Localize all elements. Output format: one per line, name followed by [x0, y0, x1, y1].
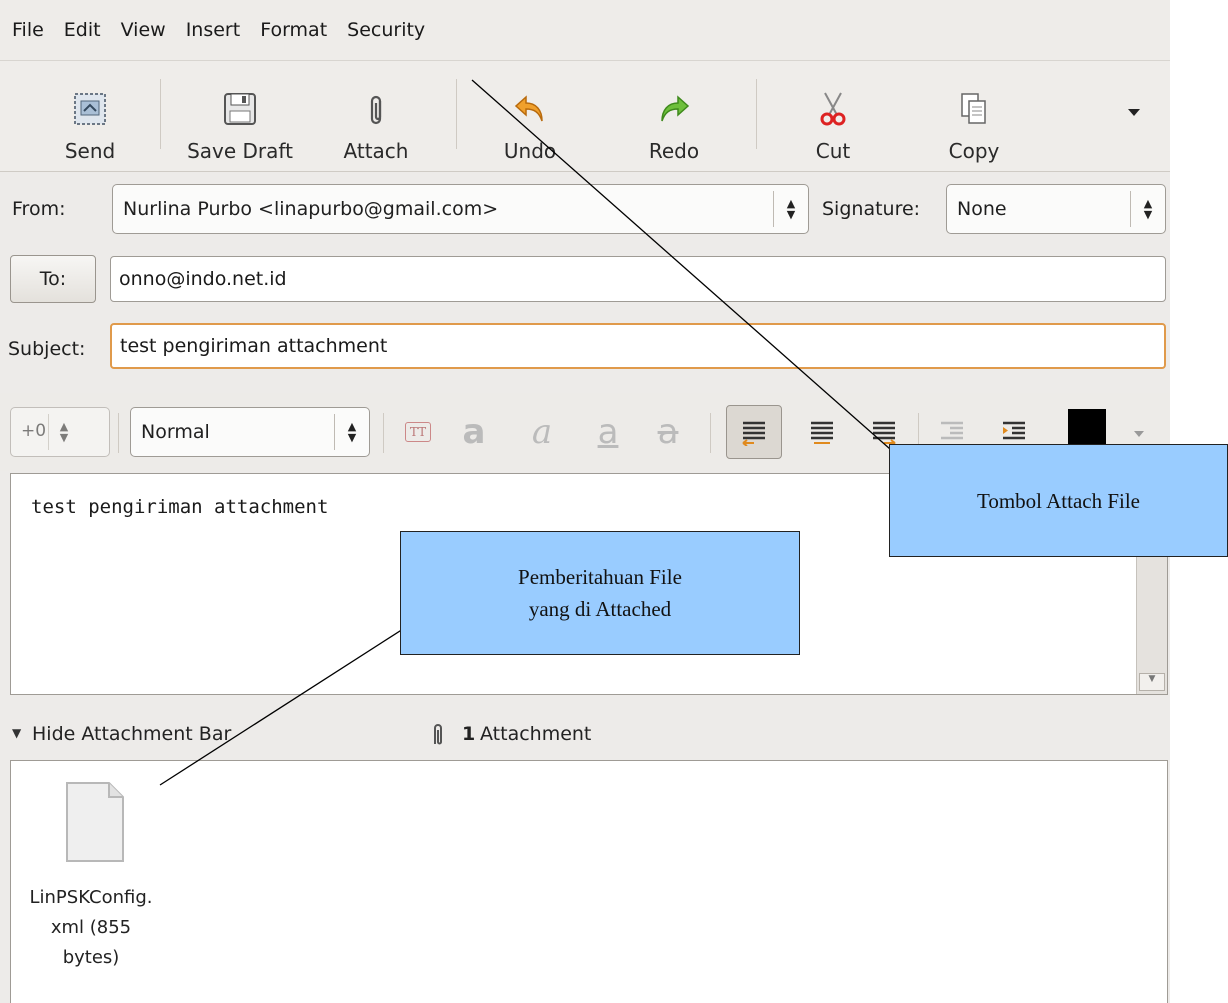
scroll-down-icon[interactable]: ▼ — [1139, 673, 1165, 691]
menu-view[interactable]: View — [111, 19, 176, 41]
subject-field[interactable]: test pengiriman attachment — [110, 323, 1166, 369]
menu-format[interactable]: Format — [250, 19, 337, 41]
toolbar-separator — [456, 79, 457, 149]
scissors-icon — [815, 91, 851, 127]
menu-insert[interactable]: Insert — [176, 19, 251, 41]
format-separator — [118, 413, 119, 453]
select-arrows-icon: ▲ ▼ — [1130, 191, 1165, 227]
attachment-list: LinPSKConfig. xml (855 bytes) — [10, 760, 1168, 1003]
collapse-triangle-icon[interactable]: ▼ — [12, 726, 21, 740]
send-label: Send — [64, 139, 116, 163]
save-draft-button[interactable]: Save Draft — [176, 69, 304, 163]
to-value: onno@indo.net.id — [119, 268, 287, 290]
select-arrows-icon: ▲ ▼ — [48, 414, 79, 450]
toolbar-separator — [756, 79, 757, 149]
align-left-icon — [742, 421, 765, 446]
select-arrows-icon: ▲ ▼ — [773, 191, 808, 227]
attachment-filename: LinPSKConfig. xml (855 bytes) — [29, 887, 153, 968]
format-separator — [710, 413, 711, 453]
send-icon — [72, 91, 108, 127]
cut-button[interactable]: Cut — [788, 69, 878, 163]
menu-security[interactable]: Security — [337, 19, 435, 41]
subject-label: Subject: — [8, 338, 86, 360]
menu-file[interactable]: File — [0, 19, 54, 41]
toolbar-overflow-icon[interactable] — [1128, 109, 1140, 116]
undo-button[interactable]: Undo — [480, 69, 580, 163]
font-size-select[interactable]: +0 ▲ ▼ — [10, 407, 110, 457]
signature-value: None — [957, 198, 1007, 220]
signature-label: Signature: — [822, 198, 921, 220]
file-icon — [65, 781, 125, 867]
cut-label: Cut — [815, 139, 851, 163]
copy-button[interactable]: Copy — [926, 69, 1022, 163]
save-draft-label: Save Draft — [187, 139, 293, 163]
redo-button[interactable]: Redo — [626, 69, 722, 163]
hide-attachment-bar-toggle[interactable]: Hide Attachment Bar — [32, 723, 231, 745]
attached-notice-callout: Pemberitahuan File yang di Attached — [400, 531, 800, 655]
toolbar-separator — [160, 79, 161, 149]
font-size-value: +0 — [21, 421, 47, 441]
format-overflow-icon[interactable] — [1134, 431, 1144, 437]
paperclip-icon — [428, 722, 448, 752]
format-separator — [383, 413, 384, 453]
bold-icon[interactable]: a — [452, 410, 496, 454]
align-center-icon[interactable] — [800, 410, 844, 454]
signature-select[interactable]: None ▲ ▼ — [946, 184, 1166, 234]
send-button[interactable]: Send — [40, 69, 140, 163]
copy-icon — [956, 91, 992, 127]
attachment-count-label: Attachment — [480, 723, 592, 745]
main-toolbar: Send Save Draft Attach Undo Redo Cut Cop… — [0, 61, 1170, 172]
message-body-text: test pengiriman attachment — [31, 496, 329, 518]
to-field[interactable]: onno@indo.net.id — [110, 256, 1166, 302]
menu-edit[interactable]: Edit — [54, 19, 111, 41]
paperclip-icon — [358, 91, 394, 127]
menu-bar: File Edit View Insert Format Security — [0, 0, 1170, 61]
attach-label: Attach — [343, 139, 409, 163]
copy-label: Copy — [948, 139, 1000, 163]
paragraph-style-value: Normal — [141, 421, 210, 443]
redo-arrow-icon — [656, 91, 692, 127]
to-button[interactable]: To: — [10, 255, 96, 303]
floppy-icon — [222, 91, 258, 127]
italic-icon[interactable]: a — [520, 410, 564, 454]
attach-file-callout: Tombol Attach File — [889, 444, 1228, 557]
align-left-button[interactable] — [726, 405, 782, 459]
paragraph-style-select[interactable]: Normal ▲ ▼ — [130, 407, 370, 457]
to-label: To: — [39, 268, 67, 290]
attachment-bar: ▼ Hide Attachment Bar 1 Attachment — [0, 710, 1170, 760]
strikethrough-icon[interactable]: a — [646, 410, 690, 454]
subject-value: test pengiriman attachment — [120, 335, 388, 357]
attach-button[interactable]: Attach — [330, 69, 422, 163]
underline-icon[interactable]: a — [586, 410, 630, 454]
from-select[interactable]: Nurlina Purbo <linapurbo@gmail.com> ▲ ▼ — [112, 184, 809, 234]
attachment-count: 1 — [462, 723, 476, 745]
undo-arrow-icon — [512, 91, 548, 127]
redo-label: Redo — [648, 139, 700, 163]
attachment-item[interactable]: LinPSKConfig. xml (855 bytes) — [11, 775, 161, 995]
teletype-icon[interactable]: TT — [396, 410, 440, 454]
from-label: From: — [12, 198, 66, 220]
from-value: Nurlina Purbo <linapurbo@gmail.com> — [123, 198, 499, 220]
undo-label: Undo — [503, 139, 557, 163]
select-arrows-icon: ▲ ▼ — [334, 414, 369, 450]
